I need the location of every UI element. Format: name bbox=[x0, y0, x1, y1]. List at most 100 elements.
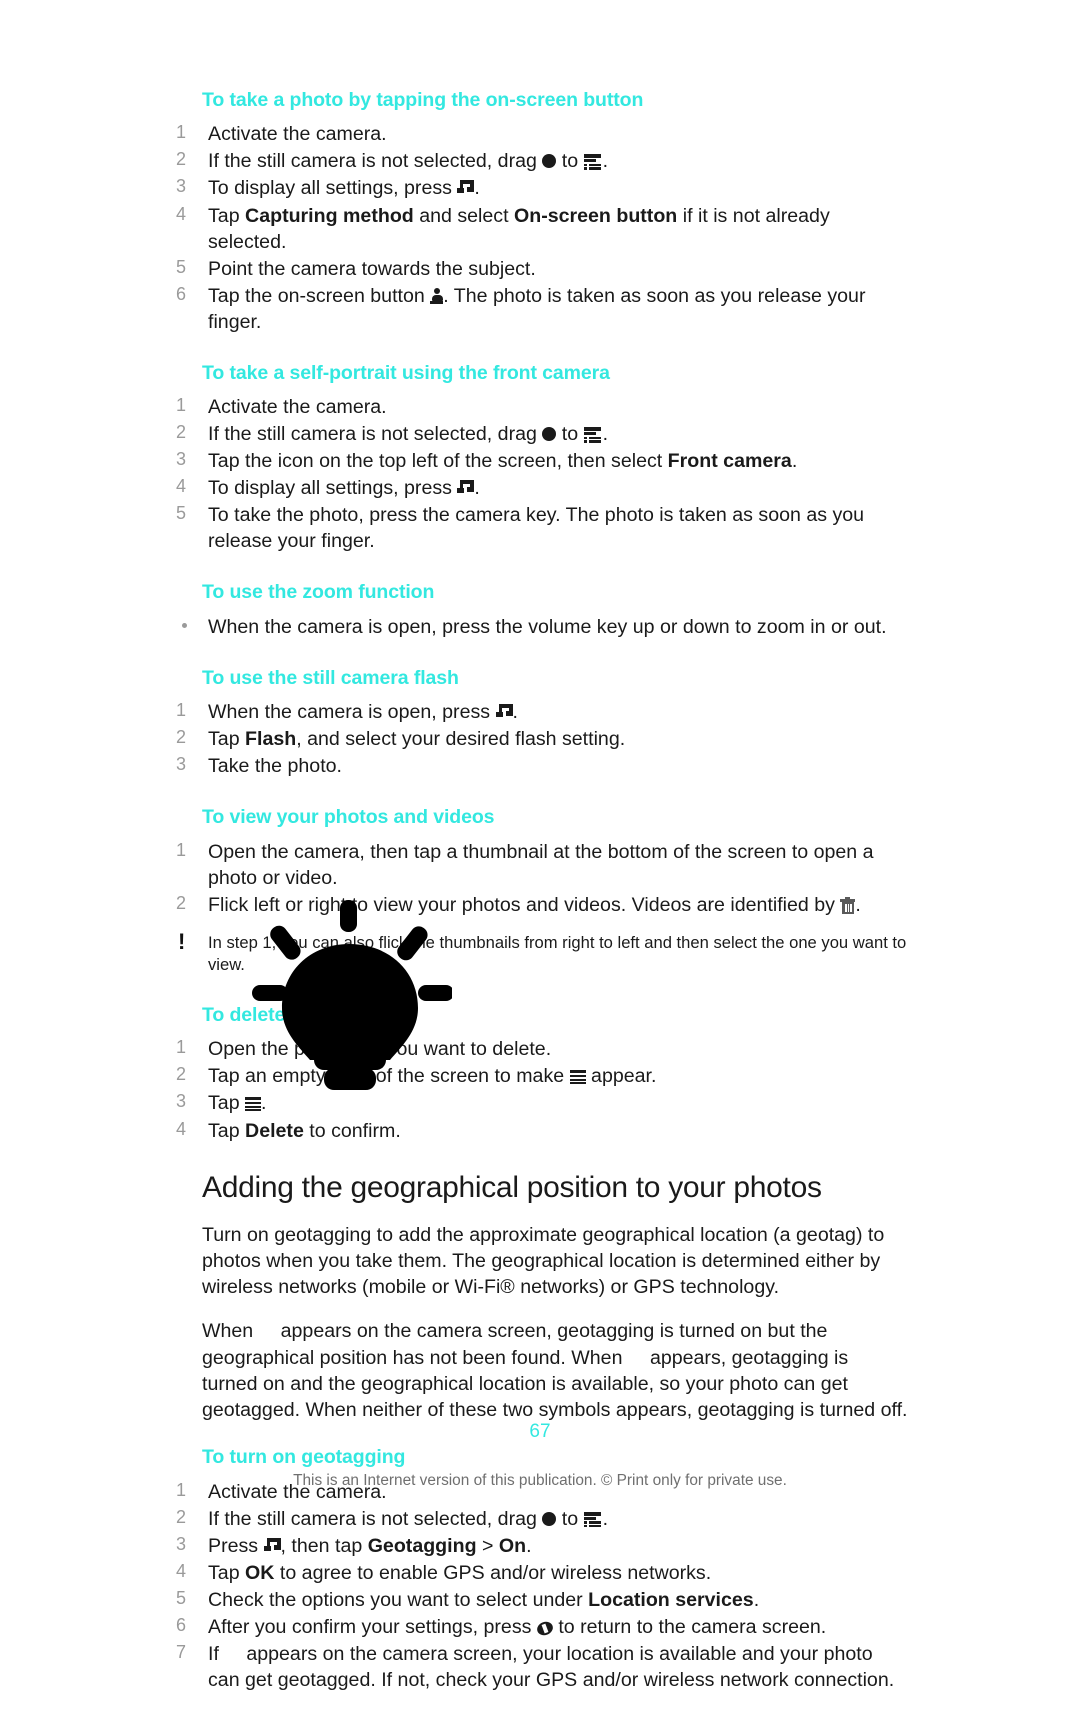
step-text: If the still camera is not selected, dra… bbox=[208, 1507, 609, 1530]
step-number: 2 bbox=[176, 1506, 187, 1527]
step-list: 1 Open the camera, then tap a thumbnail a… bbox=[172, 839, 908, 918]
step-text: Activate the camera. bbox=[208, 123, 387, 146]
step-number: 5 bbox=[176, 256, 187, 277]
step-item: 2 Flick left or right to view your photos… bbox=[172, 892, 908, 918]
step-text: Open the photo that you want to delete. bbox=[208, 1038, 552, 1061]
step-item: 2 If the still camera is not selected, dr… bbox=[172, 1506, 908, 1532]
step-text: Tap an empty area of the screen to make … bbox=[208, 1065, 657, 1088]
paragraph-geotag-symbols: When appears on the camera screen, geota… bbox=[202, 1320, 908, 1422]
document-page: To take a photo by tapping the on-screen… bbox=[0, 0, 1080, 1691]
step-item: 2 If the still camera is not selected, dr… bbox=[172, 148, 908, 174]
step-item: 4 Tap OK to agree to enable GPS and/or wi… bbox=[172, 1560, 908, 1586]
menu-key-icon bbox=[263, 1537, 281, 1554]
tip-note: ! In step 1, you can also flick the thumb… bbox=[172, 928, 908, 977]
bullet-item: When the camera is open, press the volum… bbox=[172, 614, 908, 640]
step-text: After you confirm your settings, press t… bbox=[208, 1615, 827, 1638]
tip-note-text: In step 1, you can also flick the thumbn… bbox=[208, 932, 907, 975]
emphasis-text: Front camera bbox=[667, 450, 792, 473]
step-number: 4 bbox=[176, 476, 187, 497]
step-item: 5 Check the options you want to select un… bbox=[172, 1587, 908, 1613]
step-number: 4 bbox=[176, 1118, 187, 1139]
step-item: 1 Open the photo that you want to delete. bbox=[172, 1036, 908, 1062]
section-still-camera-flash: To use the still camera flash 1 When the c… bbox=[172, 666, 908, 780]
step-number: 4 bbox=[176, 1560, 187, 1581]
step-number: 6 bbox=[176, 1614, 187, 1635]
emphasis-text: Capturing method bbox=[245, 204, 414, 227]
emphasis-text: Geotagging bbox=[367, 1534, 477, 1557]
step-text: Tap the on-screen button . The photo is … bbox=[208, 284, 866, 333]
shutter-button-icon bbox=[430, 287, 444, 304]
circle-icon bbox=[542, 1511, 557, 1526]
step-item: 2 Tap an empty area of the screen to make… bbox=[172, 1063, 908, 1089]
still-camera-mode-icon bbox=[583, 154, 603, 170]
footer-note: This is an Internet version of this publ… bbox=[293, 1472, 787, 1489]
step-item: 2 If the still camera is not selected, dr… bbox=[172, 421, 908, 447]
step-item: 3 Take the photo. bbox=[172, 753, 908, 779]
step-text: Tap . bbox=[208, 1092, 267, 1115]
trash-icon bbox=[840, 896, 856, 914]
section-heading: To use the still camera flash bbox=[202, 666, 459, 689]
step-text: Tap Capturing method and select On-scree… bbox=[208, 204, 830, 253]
step-item: 5 To take the photo, press the camera key… bbox=[172, 502, 908, 554]
step-item: 5 Point the camera towards the subject. bbox=[172, 256, 908, 282]
still-camera-mode-icon bbox=[583, 1511, 603, 1528]
step-item: 1 When the camera is open, press . bbox=[172, 699, 908, 725]
section-zoom-function: To use the zoom function When the camera … bbox=[172, 580, 908, 639]
hamburger-menu-icon bbox=[245, 1096, 262, 1112]
circle-icon bbox=[542, 154, 557, 169]
section-heading: To take a self-portrait using the front … bbox=[202, 361, 610, 384]
emphasis-text: Location services bbox=[588, 1588, 754, 1611]
step-item: 3 Tap the icon on the top left of the scr… bbox=[172, 448, 908, 474]
step-number: 2 bbox=[176, 1064, 187, 1085]
step-item: 6 After you confirm your settings, press … bbox=[172, 1614, 908, 1640]
step-number: 2 bbox=[176, 892, 187, 913]
menu-key-icon bbox=[457, 480, 475, 496]
step-text: Press , then tap Geotagging > On. bbox=[208, 1534, 532, 1557]
emphasis-text: Flash bbox=[245, 728, 297, 751]
step-item: 4 Tap Delete to confirm. bbox=[172, 1118, 908, 1144]
step-text: If the still camera is not selected, dra… bbox=[208, 150, 609, 173]
step-item: 2 Tap Flash, and select your desired flas… bbox=[172, 726, 908, 752]
step-number: 5 bbox=[176, 503, 187, 524]
step-item: 1 Activate the camera. bbox=[172, 121, 908, 147]
section-view-photos-videos: To view your photos and videos 1 Open the … bbox=[172, 805, 908, 977]
step-text: When the camera is open, press . bbox=[208, 701, 518, 724]
step-item: 4 To display all settings, press . bbox=[172, 475, 908, 501]
emphasis-text: On-screen button bbox=[513, 204, 678, 227]
chapter-paragraphs: Turn on geotagging to add the approximat… bbox=[172, 1222, 908, 1424]
step-list: 1 Activate the camera. 2 If the still camer… bbox=[172, 121, 908, 334]
paragraph-geotag-intro: Turn on geotagging to add the approximat… bbox=[202, 1223, 885, 1299]
step-number: 4 bbox=[176, 203, 187, 224]
section-self-portrait-front-camera: To take a self-portrait using the front … bbox=[172, 361, 908, 555]
step-list: 1 When the camera is open, press . 2 Tap Fl… bbox=[172, 699, 908, 779]
section-heading: To turn on geotagging bbox=[202, 1446, 406, 1469]
step-list: 1 Activate the camera. 2 If the still camer… bbox=[172, 1479, 908, 1693]
step-text: Tap the icon on the top left of the scre… bbox=[208, 450, 798, 473]
step-item: 7 If appears on the camera screen, your l… bbox=[172, 1641, 908, 1693]
step-text: To take the photo, press the camera key.… bbox=[208, 504, 865, 553]
step-text: Tap OK to agree to enable GPS and/or wir… bbox=[208, 1561, 712, 1584]
step-number: 7 bbox=[176, 1641, 187, 1662]
step-text: If appears on the camera screen, your lo… bbox=[208, 1642, 895, 1691]
step-list: 1 Open the photo that you want to delete.… bbox=[172, 1036, 908, 1143]
step-number: 3 bbox=[176, 754, 187, 775]
still-camera-mode-icon bbox=[583, 427, 603, 443]
emphasis-text: OK bbox=[245, 1561, 275, 1584]
exclamation-icon: ! bbox=[178, 928, 186, 954]
section-heading: To delete a photo bbox=[202, 1003, 361, 1026]
procedures-container: To take a photo by tapping the on-screen… bbox=[172, 88, 908, 1144]
step-item: 1 Open the camera, then tap a thumbnail a… bbox=[172, 839, 908, 891]
step-text: When the camera is open, press the volum… bbox=[208, 615, 887, 638]
step-text: Tap Flash, and select your desired flash… bbox=[208, 728, 626, 751]
step-item: 6 Tap the on-screen button . The photo is… bbox=[172, 283, 908, 335]
step-text: To display all settings, press . bbox=[208, 177, 480, 200]
chapter-title: Adding the geographical position to your… bbox=[202, 1170, 822, 1204]
step-number: 3 bbox=[176, 449, 187, 470]
step-number: 3 bbox=[176, 1533, 187, 1554]
section-heading: To view your photos and videos bbox=[202, 806, 495, 829]
section-tap-onscreen-button: To take a photo by tapping the on-screen… bbox=[172, 88, 908, 335]
step-number: 3 bbox=[176, 1091, 187, 1112]
emphasis-text: Delete bbox=[245, 1119, 304, 1142]
step-item: 4 Tap Capturing method and select On-scre… bbox=[172, 203, 908, 255]
page-number: 67 bbox=[529, 1421, 551, 1442]
